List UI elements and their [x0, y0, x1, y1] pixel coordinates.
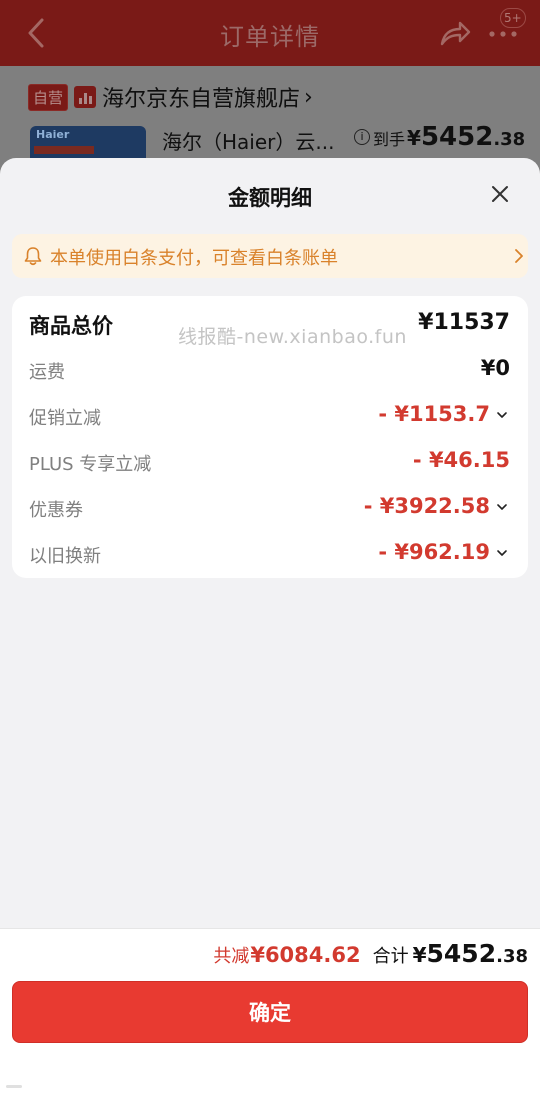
bell-icon — [24, 247, 42, 266]
sheet-title: 金额明细 — [228, 186, 312, 210]
chevron-down-icon — [497, 504, 507, 510]
total-discount-value: ¥6084.62 — [250, 943, 361, 967]
price-integer: 5452 — [420, 122, 494, 152]
share-icon[interactable] — [438, 18, 472, 48]
chevron-down-icon — [497, 550, 507, 556]
store-name: 海尔京东自营旗舰店 — [102, 87, 301, 112]
total-discount-label: 共减 — [213, 946, 250, 967]
notice-text: 本单使用白条支付，可查看白条账单 — [50, 248, 338, 269]
row-plus-discount: PLUS 专享立减 - ¥46.15 — [12, 442, 528, 482]
row-label: 优惠券 — [29, 500, 83, 521]
info-icon[interactable]: i — [354, 129, 370, 145]
chevron-right-icon — [515, 249, 523, 263]
row-coupon[interactable]: 优惠券 - ¥3922.58 — [12, 488, 528, 528]
grand-total-integer: 5452 — [426, 939, 497, 968]
thumbnail-graphic — [34, 146, 94, 154]
row-value: - ¥46.15 — [412, 448, 510, 472]
price-label: 到手 — [373, 130, 406, 149]
row-value: - ¥3922.58 — [363, 494, 490, 518]
row-value: ¥0 — [480, 356, 510, 380]
row-label: 以旧换新 — [29, 546, 101, 567]
home-indicator — [6, 1085, 22, 1088]
row-label: 商品总价 — [29, 314, 113, 338]
chevron-down-icon — [497, 412, 507, 418]
row-label: 促销立减 — [29, 408, 101, 429]
more-icon[interactable] — [488, 30, 518, 38]
amount-detail-sheet: 金额明细 本单使用白条支付，可查看白条账单 线报酷-new.xianbao.fu… — [0, 158, 540, 1097]
product-brand-logo: Haier — [36, 128, 70, 141]
row-goods-total: 商品总价 ¥11537 — [12, 304, 528, 344]
checkout-bottom-bar: 共减 ¥6084.62 合计 ¥ 5452 .38 确定 — [0, 928, 540, 1097]
row-trade-in[interactable]: 以旧换新 - ¥962.19 — [12, 534, 528, 574]
row-shipping: 运费 ¥0 — [12, 350, 528, 390]
self-operated-tag: 自营 — [28, 83, 69, 111]
store-row[interactable]: 自营 海尔京东自营旗舰店 › — [28, 83, 313, 112]
grand-total-currency: ¥ — [412, 943, 427, 967]
row-promotion-discount[interactable]: 促销立减 - ¥1153.7 — [12, 396, 528, 436]
price-currency: ¥ — [407, 126, 421, 150]
row-value: - ¥1153.7 — [378, 402, 490, 426]
row-value: ¥11537 — [418, 310, 510, 335]
baitiao-notice-banner[interactable]: 本单使用白条支付，可查看白条账单 — [12, 234, 528, 278]
chevron-right-icon: › — [304, 84, 313, 110]
row-label: PLUS 专享立减 — [29, 454, 152, 475]
price-summary: 共减 ¥6084.62 合计 ¥ 5452 .38 — [213, 939, 528, 968]
amount-breakdown-card: 线报酷-new.xianbao.fun 商品总价 ¥11537 运费 ¥0 促销… — [12, 296, 528, 578]
product-price: i 到手 ¥ 5452 .38 — [354, 122, 525, 152]
product-name[interactable]: 海尔（Haier）云... — [162, 126, 334, 155]
message-count-badge: 5+ — [500, 8, 526, 28]
confirm-button[interactable]: 确定 — [12, 981, 528, 1043]
price-decimal: .38 — [493, 129, 526, 150]
grand-total-label: 合计 — [372, 946, 409, 967]
close-button[interactable] — [484, 178, 516, 210]
row-label: 运费 — [29, 362, 65, 383]
store-icon — [74, 86, 97, 108]
row-value: - ¥962.19 — [378, 540, 490, 564]
grand-total-decimal: .38 — [496, 946, 528, 967]
top-nav-bar: 订单详情 5+ — [0, 0, 540, 66]
close-icon — [492, 186, 508, 202]
